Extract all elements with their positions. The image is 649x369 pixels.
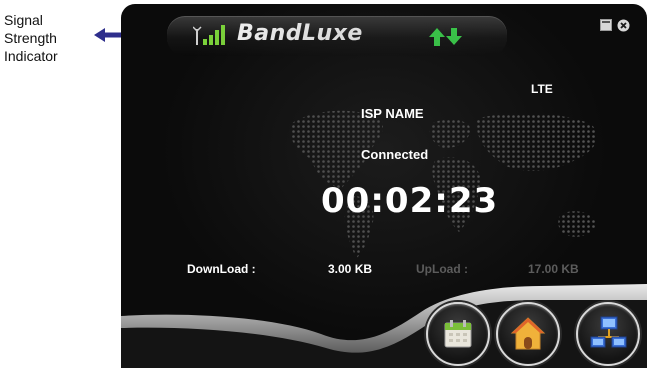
callout-line-1: Signal [4,12,43,28]
minimize-icon [600,19,612,31]
app-window: BandLuxe LTE ISP NAME Connected 00:02:23… [121,4,647,368]
callout-arrow-icon [94,28,124,42]
calendar-button[interactable] [426,302,490,366]
network-button[interactable] [576,302,640,366]
close-icon [617,19,629,31]
close-button[interactable] [616,18,630,32]
signal-bars-icon [193,25,225,45]
title-bar[interactable]: BandLuxe [167,16,507,56]
isp-name-label: ISP NAME [361,106,424,121]
home-icon [510,317,546,350]
connection-timer: 00:02:23 [321,181,499,221]
calendar-icon [444,320,472,348]
home-button[interactable] [496,302,560,366]
callout-line-2: Strength [4,30,57,46]
callout-line-3: Indicator [4,48,58,64]
network-icon [590,316,627,348]
brand-logo: BandLuxe [237,21,363,46]
network-type-label: LTE [531,82,553,96]
minimize-button[interactable] [599,18,613,32]
signal-strength-callout: Signal Strength Indicator [4,11,58,65]
connection-status: Connected [361,147,429,162]
up-down-arrows-icon [429,28,462,46]
bottom-swoosh-panel [121,284,647,368]
